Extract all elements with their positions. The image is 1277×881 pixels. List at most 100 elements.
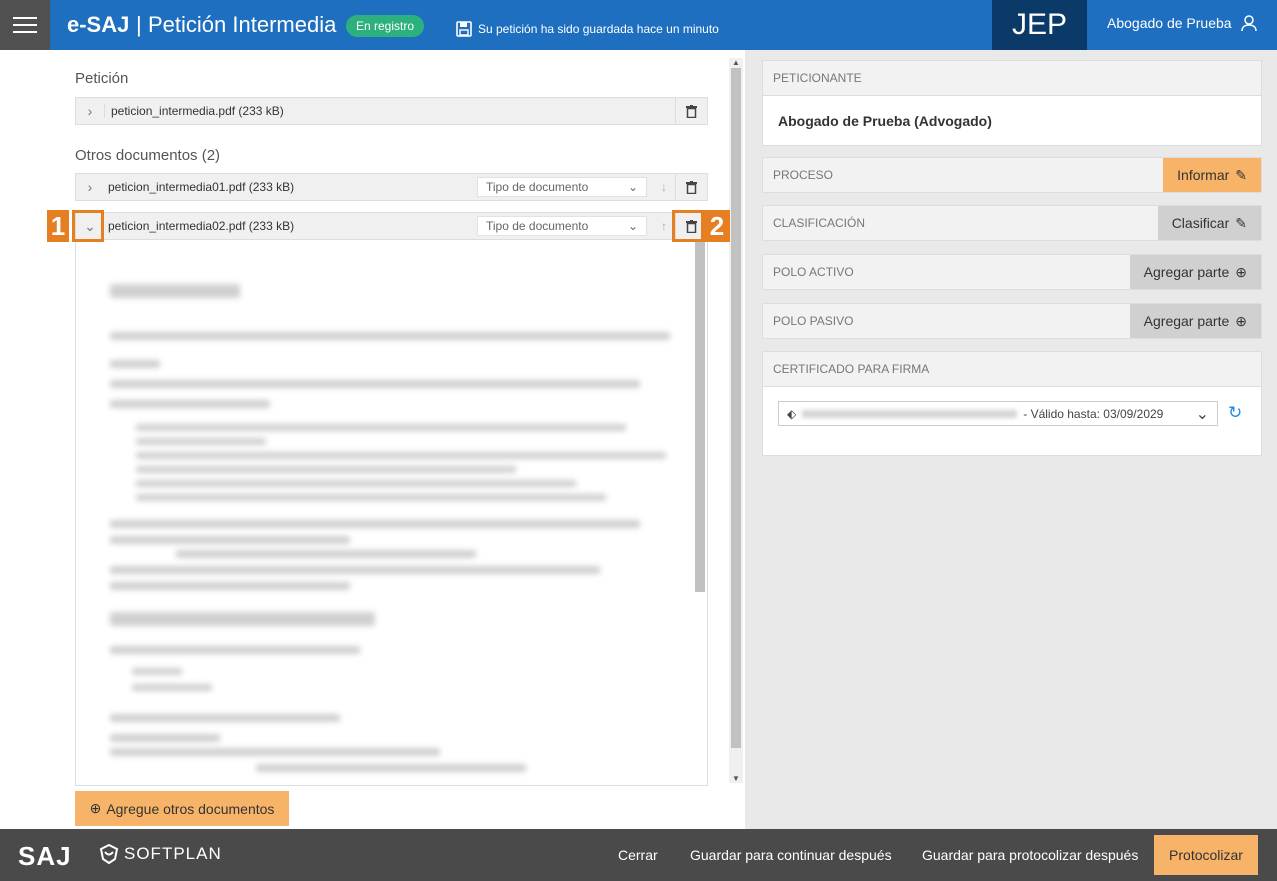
preview-line (110, 566, 600, 574)
petition-file-name: peticion_intermedia.pdf (233 kB) (104, 104, 675, 118)
add-active-party-button[interactable]: Agregar parte ⊕ (1129, 255, 1261, 289)
menu-button[interactable] (0, 0, 50, 50)
add-documents-label: Agregue otros documentos (106, 800, 275, 817)
marker-1: 1 (47, 210, 69, 242)
user-name: Abogado de Prueba (1107, 15, 1232, 31)
marker-2: 2 (704, 210, 730, 242)
highlight-delete (672, 210, 704, 242)
classify-label: Clasificar (1171, 215, 1230, 231)
doc-file-name: peticion_intermedia02.pdf (233 kB) (108, 219, 295, 233)
chevron-down-icon: ⌄ (627, 219, 638, 233)
certificate-valid: - Válido hasta: 03/09/2029 (1023, 406, 1164, 421)
doc-file-name: peticion_intermedia01.pdf (233 kB) (108, 180, 295, 194)
user-menu[interactable]: Abogado de Prueba (1107, 14, 1258, 32)
save-status: Su petición ha sido guardada hace un min… (456, 21, 719, 37)
passive-party-header: POLO PASIVO Agregar parte ⊕ (762, 303, 1262, 339)
save-protocol-later-button[interactable]: Guardar para protocolizar después (922, 847, 1138, 863)
refresh-icon[interactable]: ↻ (1228, 403, 1242, 423)
other-doc-row-2[interactable]: ⌄ peticion_intermedia02.pdf (233 kB) Tip… (75, 212, 708, 240)
petition-label: Petición (75, 70, 129, 87)
preview-line (110, 734, 220, 742)
preview-line (176, 550, 476, 558)
preview-line (110, 536, 350, 544)
close-button[interactable]: Cerrar (618, 847, 658, 863)
preview-line (256, 764, 526, 772)
brand-name: e-SAJ (67, 12, 130, 37)
status-badge: En registro (346, 15, 425, 37)
softplan-mark-icon (99, 843, 119, 865)
classify-button[interactable]: Clasificar ✎ (1157, 206, 1261, 240)
preview-line (132, 668, 182, 675)
process-header: PROCESO Informar ✎ (762, 157, 1262, 193)
preview-line (136, 452, 666, 459)
preview-line (110, 284, 240, 298)
preview-line (110, 748, 440, 756)
add-part-label: Agregar parte (1143, 313, 1230, 329)
softplan-logo-text: SOFTPLAN (124, 844, 222, 863)
title-separator: | (136, 12, 142, 37)
delete-petition-button[interactable] (675, 98, 707, 124)
other-doc-row-1[interactable]: › peticion_intermedia01.pdf (233 kB) Tip… (75, 173, 708, 201)
inform-button[interactable]: Informar ✎ (1163, 158, 1261, 192)
preview-line (136, 494, 606, 501)
certificate-header: CERTIFICADO PARA FIRMA (762, 351, 1262, 387)
chevron-down-icon: ⌄ (1195, 405, 1209, 423)
preview-line (136, 424, 626, 431)
protocolize-button[interactable]: Protocolizar (1154, 835, 1258, 875)
active-party-label: POLO ACTIVO (773, 265, 854, 279)
certificate-card: ⬖ - Válido hasta: 03/09/2029 ⌄ ↻ (762, 386, 1262, 456)
preview-line (132, 684, 212, 691)
scroll-thumb[interactable] (731, 68, 741, 748)
petitioner-value: Abogado de Prueba (Advogado) (778, 112, 992, 129)
add-part-label: Agregar parte (1143, 264, 1230, 280)
panel-scrollbar[interactable]: ▲ ▼ (729, 58, 743, 783)
chevron-right-icon[interactable]: › (76, 174, 104, 200)
process-label: PROCESO (773, 168, 834, 182)
page-title: Petición Intermedia (148, 12, 337, 37)
document-type-value: Tipo de documento (486, 180, 589, 194)
passive-party-label: POLO PASIVO (773, 314, 854, 328)
tag-icon: ⬖ (787, 406, 797, 421)
add-passive-party-button[interactable]: Agregar parte ⊕ (1129, 304, 1261, 338)
trash-icon (686, 104, 697, 118)
document-type-select[interactable]: Tipo de documento ⌄ (477, 177, 647, 197)
classification-header: CLASIFICACIÓN Clasificar ✎ (762, 205, 1262, 241)
chevron-right-icon[interactable]: › (76, 98, 104, 124)
active-party-header: POLO ACTIVO Agregar parte ⊕ (762, 254, 1262, 290)
move-down-icon[interactable]: ↓ (653, 180, 675, 194)
preview-line (110, 400, 270, 408)
scroll-down-icon[interactable]: ▼ (732, 774, 740, 783)
preview-line (136, 438, 266, 445)
softplan-logo: SOFTPLAN (98, 843, 222, 865)
other-docs-label: Otros documentos (2) (75, 147, 221, 164)
pencil-icon: ✎ (1235, 214, 1247, 231)
add-documents-button[interactable]: ⊕ Agregue otros documentos (75, 791, 289, 826)
classification-label: CLASIFICACIÓN (773, 216, 866, 230)
document-type-select[interactable]: Tipo de documento ⌄ (477, 216, 647, 236)
preview-scroll-thumb[interactable] (695, 240, 705, 592)
top-bar: e-SAJ | Petición Intermedia En registro … (0, 0, 1277, 50)
preview-line (110, 520, 640, 528)
document-preview[interactable] (75, 240, 708, 786)
pencil-icon: ✎ (1235, 166, 1247, 183)
scroll-up-icon[interactable]: ▲ (732, 58, 740, 67)
preview-line (110, 332, 670, 340)
save-continue-button[interactable]: Guardar para continuar después (690, 847, 892, 863)
plus-circle-icon: ⊕ (89, 800, 102, 816)
preview-line (110, 612, 375, 626)
save-status-text: Su petición ha sido guardada hace un min… (478, 22, 719, 36)
preview-line (110, 380, 640, 388)
preview-line (136, 466, 516, 473)
floppy-icon (456, 21, 472, 37)
footer-bar: SAJ SOFTPLAN Cerrar Guardar para continu… (0, 829, 1277, 881)
delete-doc-button[interactable] (675, 174, 707, 200)
petition-file-row[interactable]: › peticion_intermedia.pdf (233 kB) (75, 97, 708, 125)
petitioner-card: Abogado de Prueba (Advogado) (762, 95, 1262, 146)
plus-circle-icon: ⊕ (1235, 263, 1247, 280)
preview-line (110, 646, 360, 654)
highlight-expand (72, 210, 104, 242)
court-logo: JEP (992, 0, 1087, 50)
saj-logo: SAJ (18, 841, 72, 871)
petitioner-header: PETICIONANTE (762, 60, 1262, 96)
certificate-select[interactable]: ⬖ - Válido hasta: 03/09/2029 ⌄ (778, 401, 1218, 426)
